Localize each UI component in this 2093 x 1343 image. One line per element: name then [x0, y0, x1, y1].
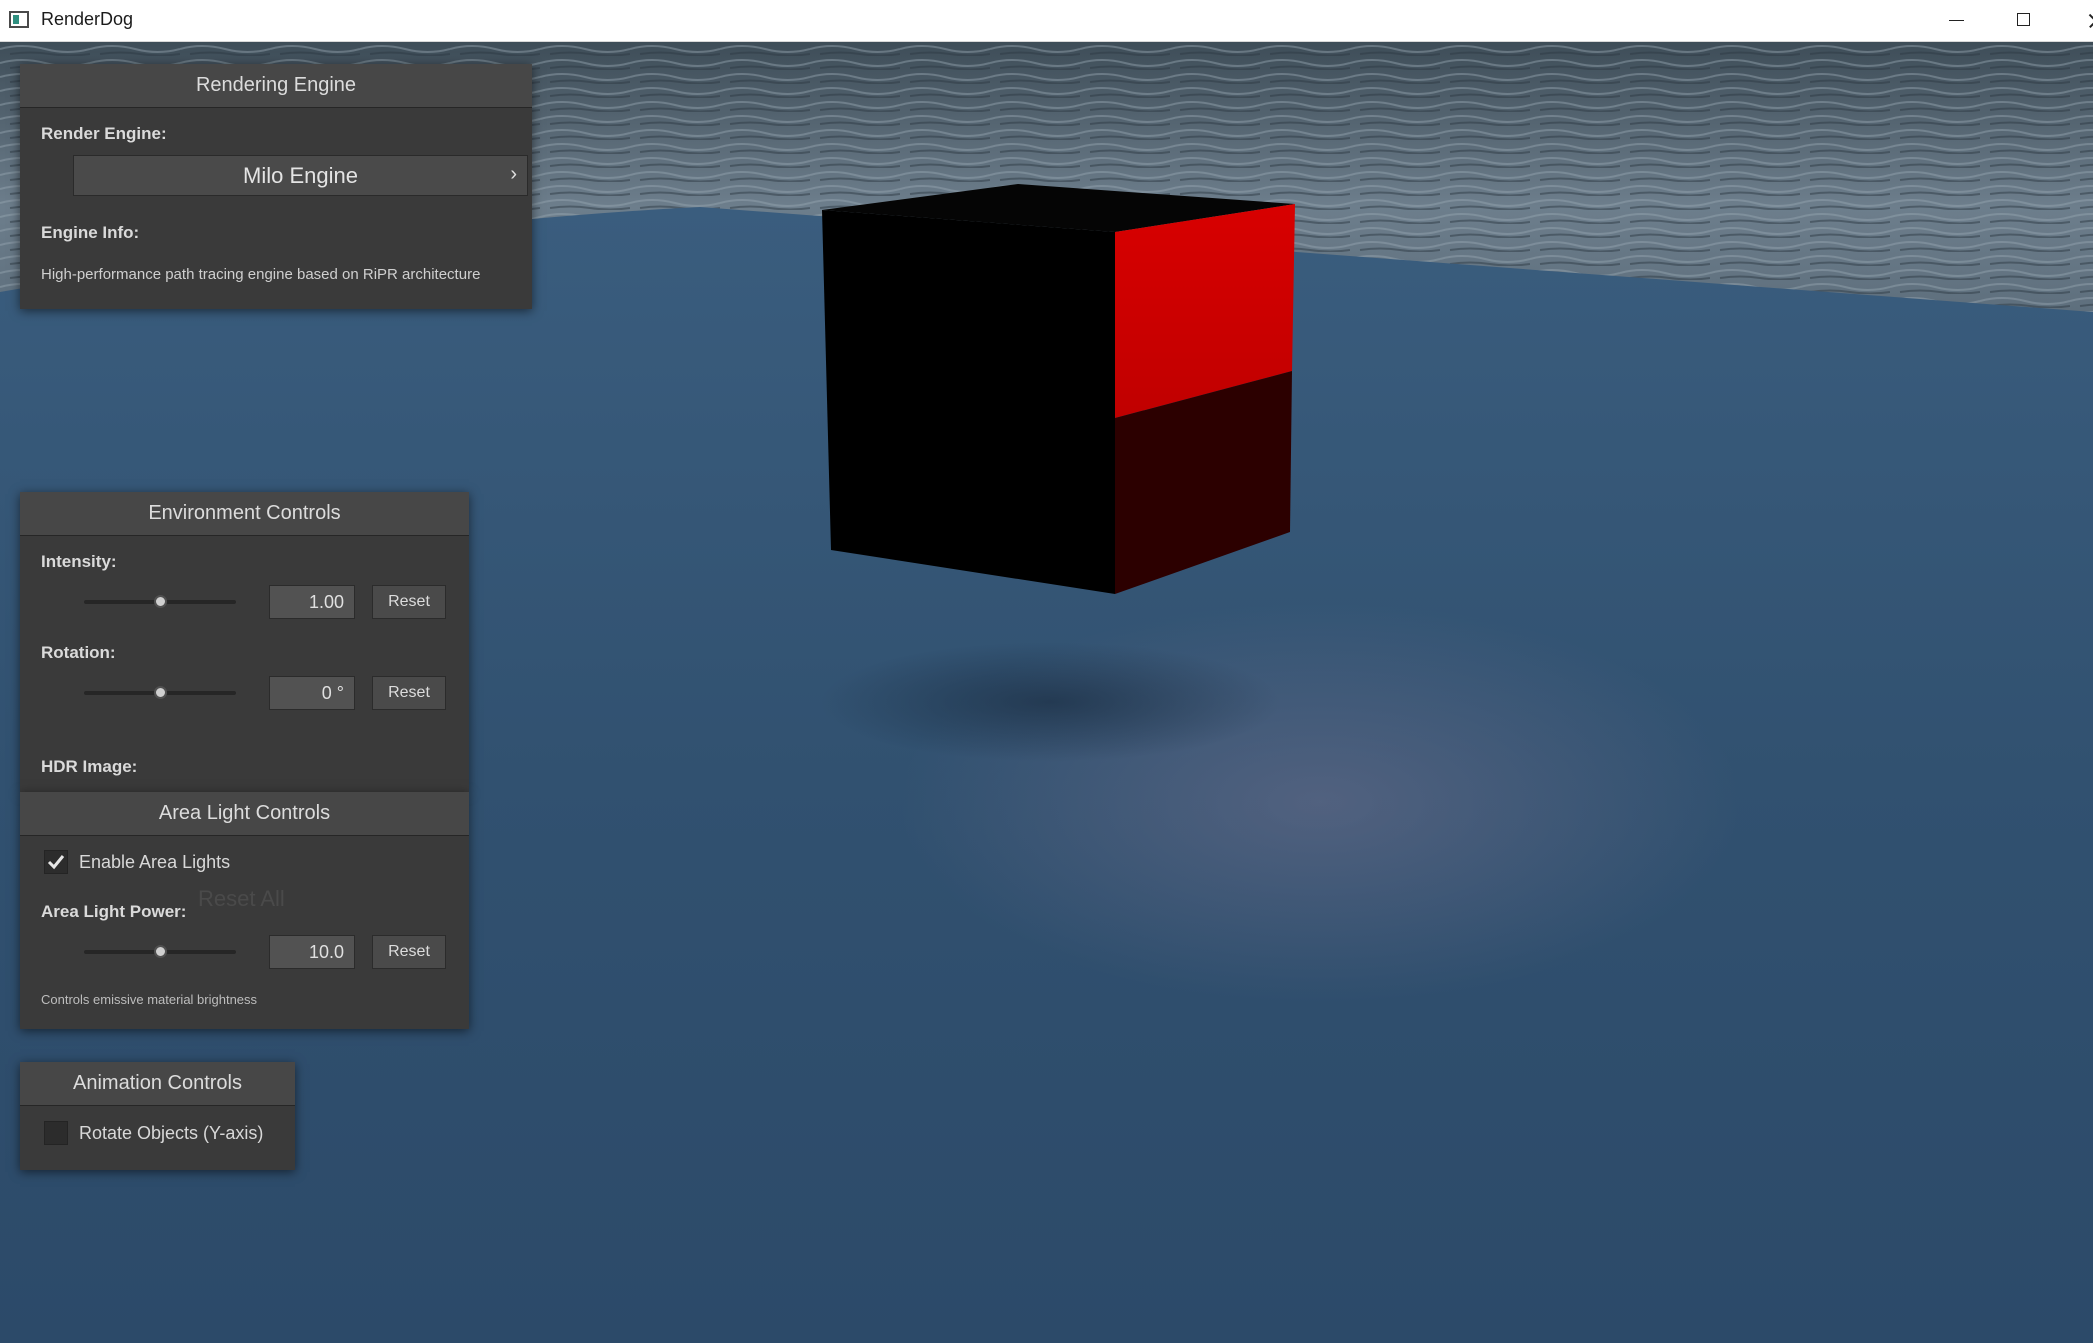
close-icon[interactable] — [2063, 0, 2093, 41]
area-light-controls-panel: Area Light Controls Reset All Enable Are… — [20, 792, 469, 1029]
area-light-controls-title: Area Light Controls — [20, 792, 469, 836]
area-light-power-label: Area Light Power: — [41, 902, 187, 921]
area-light-power-value-field[interactable]: 10.0 — [269, 935, 355, 969]
reset-all-button: Reset All — [198, 886, 285, 911]
checkmark-icon — [47, 855, 65, 870]
rendering-engine-title: Rendering Engine — [20, 64, 532, 108]
environment-controls-title: Environment Controls — [20, 492, 469, 536]
rotation-reset-button[interactable]: Reset — [372, 676, 446, 710]
intensity-slider-thumb[interactable] — [154, 595, 167, 608]
app-icon — [9, 11, 29, 28]
rendering-engine-panel: Rendering Engine Render Engine: Milo Eng… — [20, 64, 532, 309]
intensity-label: Intensity: — [41, 552, 117, 571]
intensity-value-field[interactable]: 1.00 — [269, 585, 355, 619]
engine-select-button[interactable]: Milo Engine › — [73, 155, 528, 196]
maximize-icon[interactable] — [1993, 0, 2055, 41]
area-light-power-slider-thumb[interactable] — [154, 945, 167, 958]
window-title: RenderDog — [41, 9, 134, 29]
cube-shadow — [820, 642, 1280, 762]
rotation-label: Rotation: — [41, 643, 116, 662]
area-light-hint: Controls emissive material brightness — [41, 992, 258, 1007]
rotate-objects-checkbox[interactable] — [44, 1121, 68, 1145]
environment-controls-panel: Environment Controls Intensity: 1.00 Res… — [20, 492, 469, 792]
animation-controls-panel: Animation Controls Rotate Objects (Y-axi… — [20, 1062, 295, 1170]
engine-select-value: Milo Engine — [243, 162, 358, 188]
window-title-bar: RenderDog — [0, 0, 2093, 42]
enable-area-lights-checkbox[interactable] — [44, 850, 68, 874]
engine-info-label: Engine Info: — [41, 223, 140, 242]
animation-controls-title: Animation Controls — [20, 1062, 295, 1106]
rotation-slider-thumb[interactable] — [154, 686, 167, 699]
enable-area-lights-label[interactable]: Enable Area Lights — [79, 852, 230, 873]
intensity-reset-button[interactable]: Reset — [372, 585, 446, 619]
chevron-right-icon: › — [510, 163, 517, 185]
rotate-objects-label[interactable]: Rotate Objects (Y-axis) — [79, 1123, 263, 1144]
area-light-power-reset-button[interactable]: Reset — [372, 935, 446, 969]
render-engine-label: Render Engine: — [41, 124, 167, 143]
minimize-icon[interactable] — [1925, 0, 1987, 41]
engine-info-text: High-performance path tracing engine bas… — [41, 266, 481, 283]
rotation-value-field[interactable]: 0 ° — [269, 676, 355, 710]
hdr-image-label: HDR Image: — [41, 757, 138, 776]
cube-object — [822, 184, 1295, 594]
